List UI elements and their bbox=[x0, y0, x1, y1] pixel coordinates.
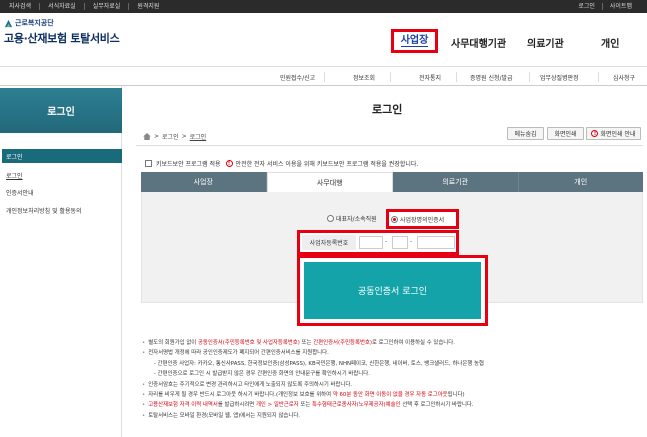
tab-personal[interactable]: 개인 bbox=[518, 172, 643, 192]
subnav-item-civil[interactable]: 민원접수/신고 bbox=[280, 73, 315, 82]
nav-agency[interactable]: 사무대행기관 bbox=[451, 35, 506, 50]
sidebar: 로그인 로그인 로그인 인증서안내 개인정보처리방침 및 활용동의 bbox=[0, 86, 122, 437]
info-icon: ! bbox=[591, 130, 599, 137]
sidebar-item-cert-guide[interactable]: 인증서안내 bbox=[6, 188, 34, 197]
sidebar-item-login[interactable]: 로그인 bbox=[6, 171, 23, 180]
notice-item: • 전자서명법 개정에 따라 공인인증제도가 폐지되어 간편인증서비스를 지원합니… bbox=[142, 350, 329, 357]
notice-item: • 인증서암호는 주기적으로 변경 관리하시고 타인에게 노출되지 않도록 주의하… bbox=[142, 381, 353, 388]
top-link-login[interactable]: 로그인 bbox=[571, 3, 603, 10]
reg-number-input-2[interactable] bbox=[392, 236, 408, 249]
kcomwel-logo-icon bbox=[4, 19, 13, 27]
breadcrumb-separator: > bbox=[181, 133, 187, 140]
page-title: 로그인 bbox=[372, 103, 403, 116]
nav-medical[interactable]: 의료기관 bbox=[527, 35, 564, 50]
registration-number-label: 사업자등록번호 bbox=[302, 235, 356, 250]
notice-item: • 자리를 비우게 될 경우 반드시 로그아웃 하시기 바랍니다.(개인정보 보호… bbox=[142, 392, 465, 399]
top-link-materials[interactable]: 실무자료실 bbox=[93, 3, 130, 10]
notice-item: • 고용산재보험 자격 이력 내역서를 발급하시려면 개인 > 일반근로자 또는 … bbox=[142, 402, 474, 409]
nav-personal[interactable]: 개인 bbox=[601, 35, 619, 50]
breadcrumb-item[interactable]: 로그인 bbox=[162, 132, 179, 141]
radio-business-cert-label: 사업장명의인증서 bbox=[400, 216, 445, 224]
breadcrumb-separator: > bbox=[154, 133, 160, 140]
nav-business-label: 사업장 bbox=[400, 35, 429, 47]
radio-rep-row[interactable]: 대표자/소속직원 bbox=[327, 214, 377, 223]
subnav-divider bbox=[598, 72, 599, 82]
breadcrumb: > 로그인 > 로그인 bbox=[143, 132, 206, 141]
radio-representative-label: 대표자/소속직원 bbox=[336, 216, 377, 223]
logo-org-name: 근로복지공단 bbox=[15, 19, 54, 27]
top-link-branch[interactable]: 지사검색 bbox=[9, 3, 41, 10]
notice-subitem: - 간편인증으로 로그인 시 발급받지 않은 경우 간편인증 화면의 안내문구를… bbox=[154, 371, 370, 378]
keyboard-security-row: 키보드보안 프로그램 적용 ! 안전한 전자 서비스 이용을 위해 키보드보안 … bbox=[145, 159, 418, 168]
subnav-item-certificate[interactable]: 증명원 신청/발급 bbox=[470, 73, 513, 82]
print-guide-button[interactable]: ! 화면인쇄 안내 bbox=[586, 127, 641, 140]
keyboard-security-warning: 안전한 전자 서비스 이용을 위해 키보드보안 프로그램 적용을 권장합니다. bbox=[235, 161, 419, 168]
notice-list: • 별도의 회원가입 없이 공동인증서(주민등록번호 및 사업자등록번호) 또는 … bbox=[142, 338, 642, 421]
sidebar-item-privacy[interactable]: 개인정보처리방침 및 활용동의 bbox=[6, 206, 82, 215]
notice-item: • 별도의 회원가입 없이 공동인증서(주민등록번호 및 사업자등록번호) 또는 … bbox=[142, 340, 455, 346]
subnav-divider bbox=[324, 72, 325, 82]
subnav-divider bbox=[529, 72, 530, 82]
site-logo[interactable]: 근로복지공단 고용·산재보험 토탈서비스 bbox=[4, 18, 120, 46]
print-guide-label: 화면인쇄 안내 bbox=[600, 131, 636, 138]
subnav-divider bbox=[456, 72, 457, 82]
reg-number-dash: - bbox=[385, 238, 388, 245]
radio-representative[interactable] bbox=[327, 215, 334, 222]
cert-login-button[interactable]: 공동인증서 로그인 bbox=[304, 262, 481, 319]
subnav-item-appeal[interactable]: 심사청구 bbox=[613, 73, 635, 82]
keyboard-security-checkbox[interactable] bbox=[145, 160, 152, 167]
reg-number-input-1[interactable] bbox=[359, 236, 383, 249]
top-link-sitemap[interactable]: 사이트맵 bbox=[603, 3, 639, 10]
logo-service-name: 고용·산재보험 토탈서비스 bbox=[4, 32, 120, 45]
sub-navigation: 민원접수/신고 정보조회 전자통지 증명원 신청/발급 업무상질병판정 심사청구 bbox=[0, 66, 647, 86]
radio-business-cert[interactable] bbox=[391, 215, 398, 223]
home-icon[interactable] bbox=[143, 133, 151, 140]
subnav-item-notice[interactable]: 전자통지 bbox=[419, 73, 441, 82]
top-link-forms[interactable]: 서식자료실 bbox=[48, 3, 85, 10]
subnav-item-disease[interactable]: 업무상질병판정 bbox=[540, 73, 579, 82]
tab-agency[interactable]: 사무대행 bbox=[266, 172, 393, 192]
tab-medical[interactable]: 의료기관 bbox=[393, 172, 519, 192]
breadcrumb-current: 로그인 bbox=[189, 134, 207, 141]
sidebar-item-active[interactable]: 로그인 bbox=[2, 149, 122, 163]
radio-cert-box[interactable]: 사업장명의인증서 bbox=[386, 209, 459, 229]
tab-business[interactable]: 사업장 bbox=[141, 172, 267, 192]
keyboard-security-label: 키보드보안 프로그램 적용 bbox=[156, 161, 221, 168]
notice-item: • 토탈서비스는 모바일 환경(모바일 웹, 앱)에서는 지원되지 않습니다. bbox=[142, 412, 301, 419]
page: 지사검색 서식자료실 실무자료실 원격지원 로그인 사이트맵 근로복지공단 고용… bbox=[0, 0, 647, 437]
sidebar-title: 로그인 bbox=[0, 88, 122, 133]
nav-business[interactable]: 사업장 bbox=[391, 29, 438, 53]
notice-subitem: - 간편인증 사업자: 카카오, 통신사PASS, 한국정보인증(삼성PASS)… bbox=[154, 360, 484, 367]
top-utility-bar: 지사검색 서식자료실 실무자료실 원격지원 로그인 사이트맵 bbox=[0, 0, 647, 13]
login-type-tabs: 사업장 사무대행 의료기관 개인 bbox=[141, 172, 643, 192]
reg-number-input-3[interactable] bbox=[417, 236, 455, 249]
menu-hide-button[interactable]: 메뉴숨김 bbox=[507, 127, 544, 140]
print-button[interactable]: 화면인쇄 bbox=[547, 127, 584, 140]
top-link-remote[interactable]: 원격지원 bbox=[137, 3, 167, 10]
reg-number-dash: - bbox=[410, 238, 413, 245]
subnav-divider bbox=[390, 72, 391, 82]
warning-icon: ! bbox=[225, 160, 233, 167]
subnav-item-info[interactable]: 정보조회 bbox=[353, 73, 375, 82]
divider bbox=[136, 145, 643, 146]
